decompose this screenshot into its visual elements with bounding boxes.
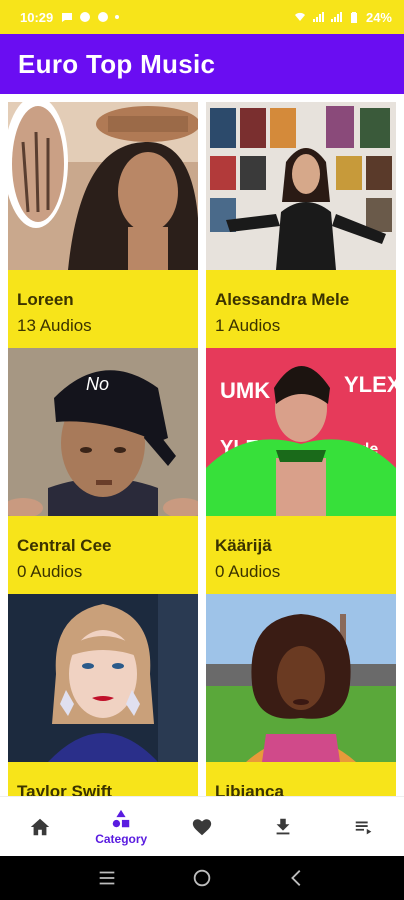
artist-name: Central Cee: [17, 536, 112, 555]
whatsapp-icon: [79, 11, 91, 23]
artist-card[interactable]: UMK YLEX YLE yle Käärijä 0 Audios: [206, 348, 396, 594]
home-button-icon[interactable]: [191, 867, 213, 889]
nav-favorites[interactable]: [162, 797, 243, 856]
nav-category-label: Category: [95, 831, 148, 846]
download-icon: [276, 818, 290, 834]
artist-photo: [8, 594, 198, 762]
artist-name: Käärijä: [215, 536, 272, 555]
audio-count: 0 Audios: [215, 562, 281, 581]
nav-category[interactable]: Category: [81, 797, 162, 856]
svg-text:No: No: [86, 374, 109, 394]
svg-text:UMK: UMK: [220, 378, 270, 403]
wifi-icon: [294, 11, 306, 23]
status-time: 10:29: [20, 9, 54, 25]
notification-dot-icon: [115, 15, 120, 19]
bottom-nav: Category: [0, 796, 404, 856]
artist-card[interactable]: No Central Cee 0 Audios: [8, 348, 198, 594]
svg-text:YLEX: YLEX: [344, 372, 396, 397]
app-title: Euro Top Music: [18, 48, 216, 79]
playlist-icon: [355, 821, 371, 834]
home-icon: [31, 818, 50, 835]
artist-card[interactable]: Loreen 13 Audios: [8, 102, 198, 348]
message-icon: [61, 11, 73, 23]
back-icon[interactable]: [286, 867, 308, 889]
nav-downloads[interactable]: [242, 797, 323, 856]
audio-count: 13 Audios: [17, 316, 92, 335]
recent-apps-icon[interactable]: [96, 867, 118, 889]
artist-name: Taylor Swift: [17, 782, 113, 796]
app-bar: Euro Top Music: [0, 34, 404, 94]
system-nav-bar: [0, 856, 404, 900]
artist-photo: UMK YLEX YLE yle: [206, 348, 396, 516]
artist-card[interactable]: Alessandra Mele 1 Audios: [206, 102, 396, 348]
battery-percent: 24%: [365, 9, 392, 25]
heart-icon: [192, 818, 212, 835]
audio-count: 0 Audios: [17, 562, 83, 581]
artist-card[interactable]: Taylor Swift: [8, 594, 198, 796]
artist-photo: No: [8, 348, 198, 516]
category-icon: [112, 809, 130, 827]
artist-card[interactable]: Libianca: [206, 594, 396, 796]
nav-playlist[interactable]: [323, 797, 404, 856]
signal-icon: [312, 11, 324, 23]
signal-icon-2: [330, 11, 342, 23]
status-bar: 10:29 24%: [0, 0, 404, 34]
clock-icon: [97, 11, 109, 23]
artist-grid[interactable]: Loreen 13 Audios Alessandra Mele 1 Audio…: [0, 94, 404, 796]
nav-home[interactable]: [0, 797, 81, 856]
artist-photo: [206, 102, 396, 270]
artist-name: Loreen: [17, 290, 74, 309]
artist-photo: [206, 594, 396, 762]
artist-name: Alessandra Mele: [215, 290, 350, 309]
battery-icon: [348, 11, 360, 23]
artist-photo: [8, 102, 198, 270]
audio-count: 1 Audios: [215, 316, 281, 335]
artist-name: Libianca: [215, 782, 284, 796]
